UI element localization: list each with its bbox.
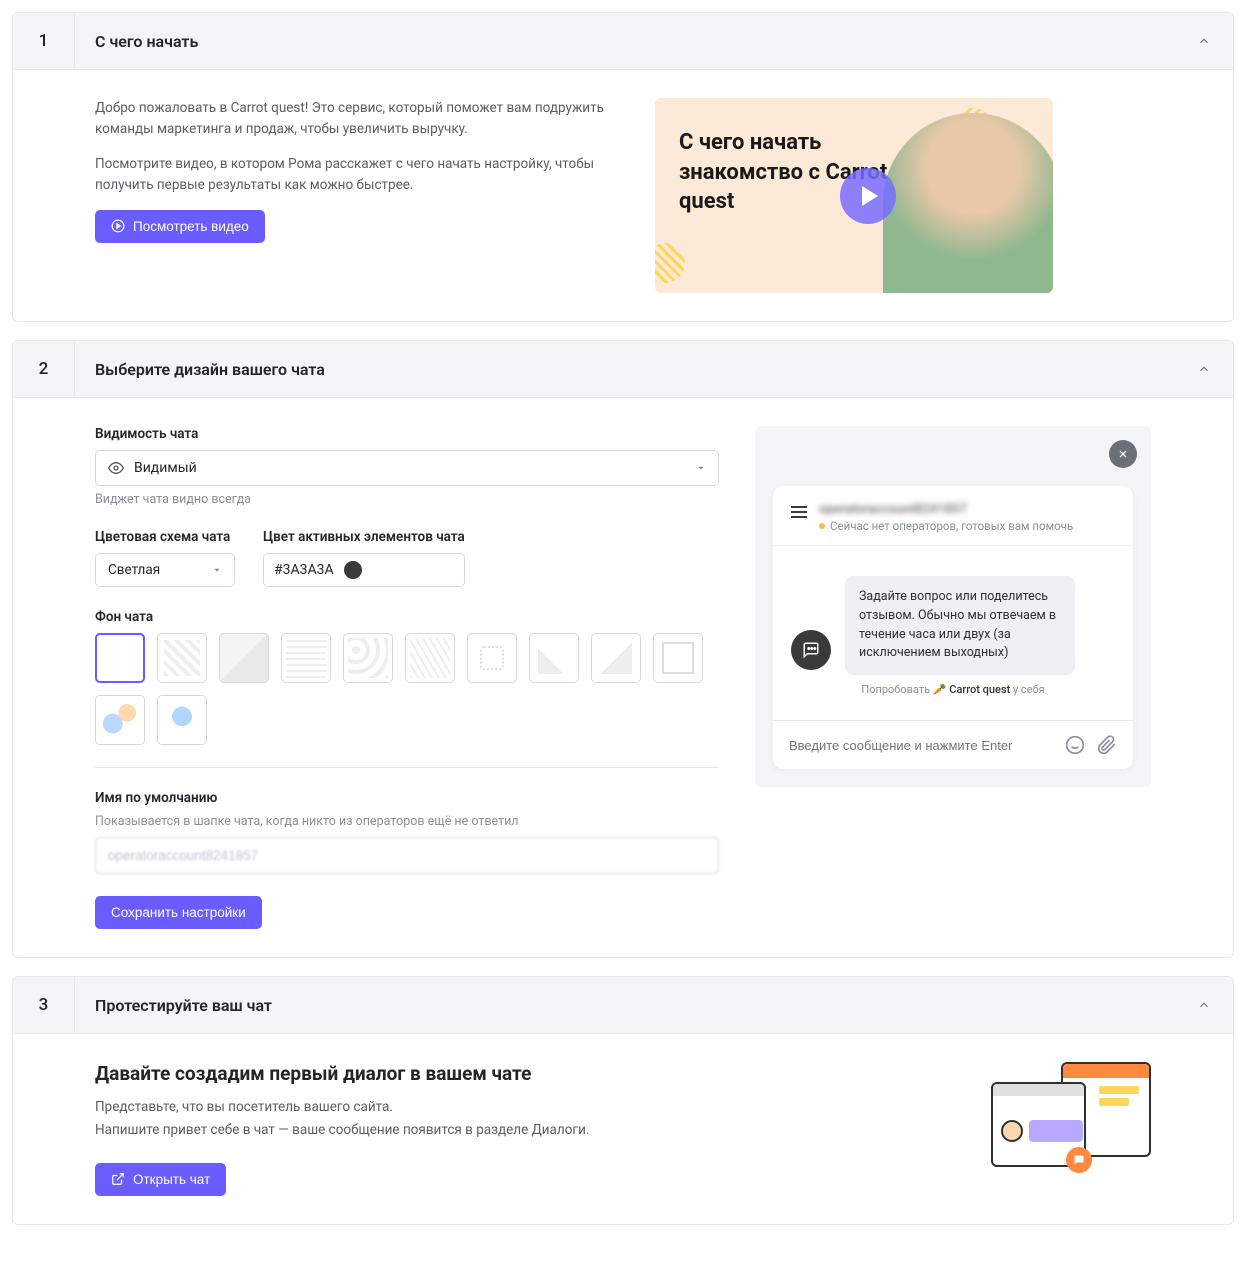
bg-option[interactable] — [343, 633, 393, 683]
watch-video-label: Посмотреть видео — [133, 219, 249, 234]
chat-status: Сейчас нет операторов, готовых вам помоч… — [819, 519, 1073, 533]
chevron-down-icon — [696, 463, 706, 473]
chat-powered-by[interactable]: Попробовать 🥕 Carrot quest у себя — [791, 675, 1115, 708]
s3-paragraph-2: Напишите привет себе в чат — ваше сообще… — [95, 1120, 951, 1141]
section-1: 1 С чего начать Добро пожаловать в Carro… — [12, 12, 1234, 322]
active-color-label: Цвет активных элементов чата — [263, 529, 465, 545]
s3-heading: Давайте создадим первый диалог в вашем ч… — [95, 1062, 951, 1085]
chevron-up-icon — [1175, 34, 1233, 48]
section-1-header[interactable]: 1 С чего начать — [13, 13, 1233, 70]
visibility-value: Видимый — [134, 460, 197, 476]
chevron-up-icon — [1175, 362, 1233, 376]
visibility-select[interactable]: Видимый — [95, 450, 719, 486]
visibility-hint: Виджет чата видно всегда — [95, 492, 719, 507]
open-chat-button[interactable]: Открыть чат — [95, 1163, 226, 1196]
section-number: 1 — [13, 13, 75, 69]
external-link-icon — [111, 1172, 125, 1186]
attachment-icon[interactable] — [1097, 735, 1117, 755]
save-settings-label: Сохранить настройки — [111, 905, 246, 920]
bg-option[interactable] — [467, 633, 517, 683]
section-2-header[interactable]: 2 Выберите дизайн вашего чата — [13, 341, 1233, 398]
bg-option[interactable] — [405, 633, 455, 683]
color-picker[interactable]: #3A3A3A — [263, 553, 465, 587]
visibility-label: Видимость чата — [95, 426, 719, 442]
bg-option[interactable] — [653, 633, 703, 683]
open-chat-label: Открыть чат — [133, 1172, 210, 1187]
bg-option[interactable] — [157, 695, 207, 745]
bg-option[interactable] — [95, 695, 145, 745]
status-dot-icon — [819, 523, 825, 529]
illustration — [991, 1062, 1151, 1182]
s3-paragraph-1: Представьте, что вы посетитель вашего са… — [95, 1097, 951, 1118]
default-name-hint: Показывается в шапке чата, когда никто и… — [95, 814, 719, 829]
chat-widget: оperatoraccount8241857 Сейчас нет операт… — [773, 486, 1133, 769]
chat-preview-panel: оperatoraccount8241857 Сейчас нет операт… — [755, 426, 1151, 787]
section-title: Выберите дизайн вашего чата — [75, 360, 1175, 379]
intro-paragraph-1: Добро пожаловать в Carrot quest! Это сер… — [95, 98, 615, 140]
bg-label: Фон чата — [95, 609, 719, 625]
chevron-down-icon — [212, 565, 222, 575]
section-number: 3 — [13, 977, 75, 1033]
menu-icon[interactable] — [791, 506, 807, 518]
scheme-value: Светлая — [108, 562, 160, 578]
section-3-header[interactable]: 3 Протестируйте ваш чат — [13, 977, 1233, 1034]
color-swatch-icon — [344, 561, 362, 579]
chat-message-input[interactable] — [789, 738, 1053, 753]
bg-option-none[interactable] — [95, 633, 145, 683]
default-name-label: Имя по умолчанию — [95, 790, 719, 806]
bg-option[interactable] — [281, 633, 331, 683]
section-number: 2 — [13, 341, 75, 397]
section-title: Протестируйте ваш чат — [75, 996, 1175, 1015]
bg-option[interactable] — [529, 633, 579, 683]
color-value: #3A3A3A — [274, 562, 334, 578]
eye-icon — [108, 460, 124, 476]
bg-option[interactable] — [219, 633, 269, 683]
chat-avatar-icon — [791, 630, 831, 670]
save-settings-button[interactable]: Сохранить настройки — [95, 896, 262, 929]
scheme-select[interactable]: Светлая — [95, 553, 235, 587]
watch-video-button[interactable]: Посмотреть видео — [95, 210, 265, 243]
chat-message-bubble: Задайте вопрос или поделитесь отзывом. О… — [845, 576, 1075, 675]
video-thumbnail[interactable]: С чего начать знакомство с Carrot quest — [655, 98, 1053, 293]
section-2: 2 Выберите дизайн вашего чата Видимость … — [12, 340, 1234, 958]
chat-bubble-icon — [1066, 1147, 1092, 1173]
person-image — [883, 113, 1053, 293]
decoration-icon — [655, 243, 685, 283]
close-preview-button[interactable] — [1109, 440, 1137, 468]
play-icon — [840, 168, 896, 224]
scheme-label: Цветовая схема чата — [95, 529, 235, 545]
intro-paragraph-2: Посмотрите видео, в котором Рома расскаж… — [95, 154, 615, 196]
default-name-input[interactable] — [95, 837, 719, 874]
bg-option[interactable] — [591, 633, 641, 683]
chat-title-blurred: оperatoraccount8241857 — [819, 502, 1073, 517]
emoji-icon[interactable] — [1065, 735, 1085, 755]
section-3: 3 Протестируйте ваш чат Давайте создадим… — [12, 976, 1234, 1225]
chevron-up-icon — [1175, 998, 1233, 1012]
divider — [95, 767, 719, 768]
status-text: Сейчас нет операторов, готовых вам помоч… — [830, 519, 1073, 533]
play-circle-icon — [111, 219, 125, 233]
section-title: С чего начать — [75, 32, 1175, 51]
bg-option[interactable] — [157, 633, 207, 683]
close-icon — [1117, 448, 1129, 460]
